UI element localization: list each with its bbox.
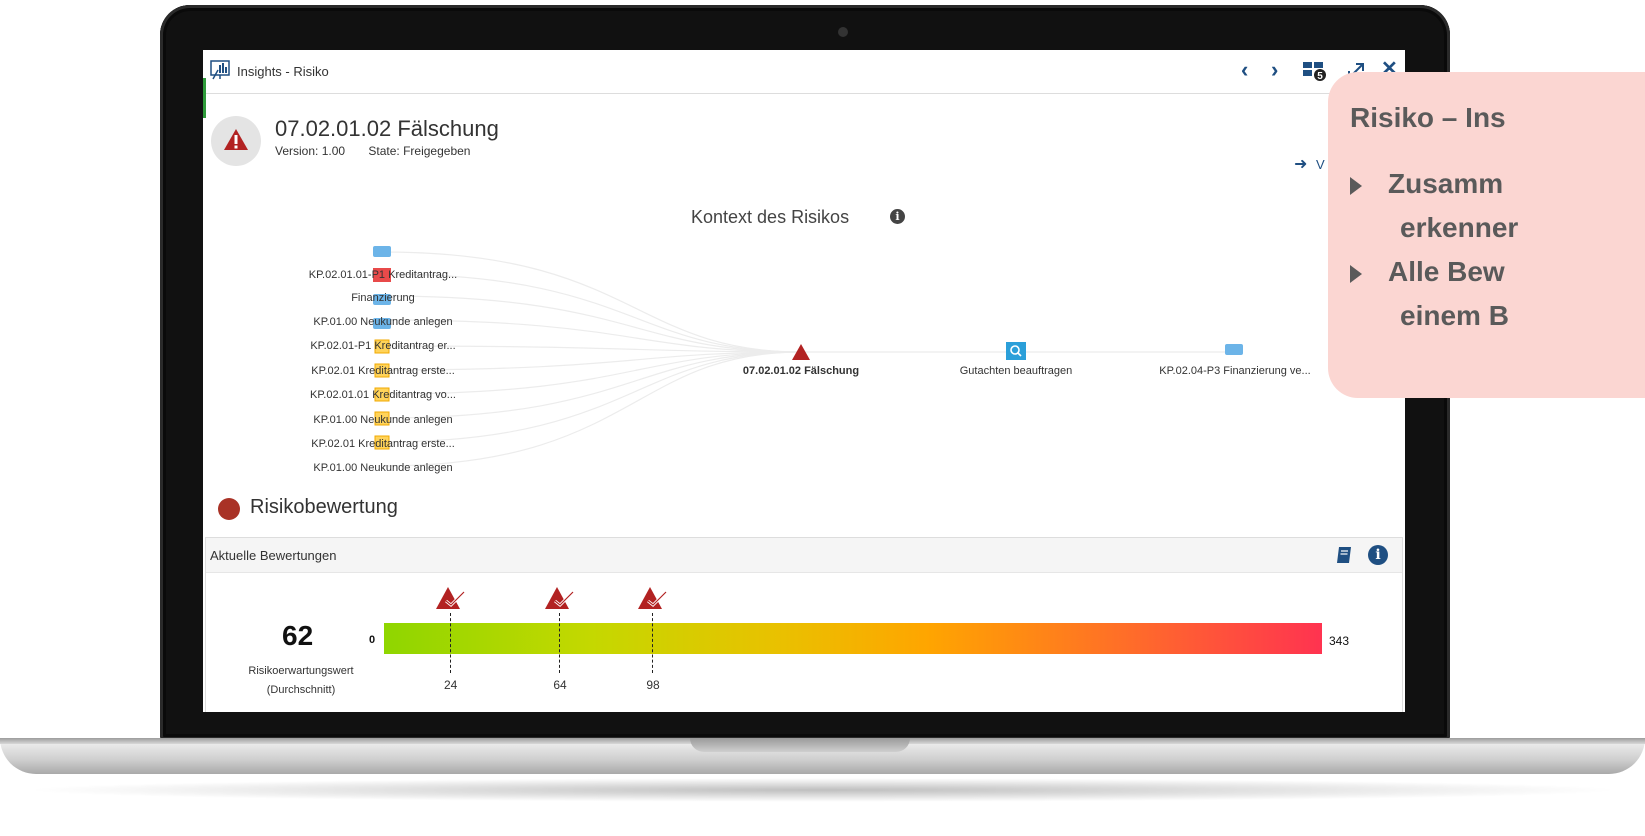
scale-max: 343 xyxy=(1329,634,1350,648)
laptop-shadow xyxy=(20,778,1625,802)
context-node-mid[interactable]: Gutachten beauftragen xyxy=(960,365,1073,377)
assessment-marker-icon xyxy=(545,587,575,609)
context-node-right[interactable]: KP.02.04-P3 Finanzierung ve... xyxy=(1159,365,1310,377)
book-icon[interactable] xyxy=(1334,545,1354,565)
marker-value: 98 xyxy=(646,678,660,692)
process-icon[interactable] xyxy=(373,246,391,257)
panel-header: Aktuelle Bewertungen i xyxy=(206,538,1402,573)
context-node-left[interactable]: KP.02.01 Kreditantrag erste... xyxy=(311,438,455,450)
callout-title: Risiko – Ins xyxy=(1350,102,1506,133)
context-node-left[interactable]: Finanzierung xyxy=(351,292,415,304)
context-node-center[interactable]: 07.02.01.02 Fälschung xyxy=(743,365,859,377)
app-screen: Insights - Risiko ‹ › 5 ✕ 07.02.01.02 Fä… xyxy=(203,50,1405,712)
context-node-left[interactable]: KP.02.01.01 Kreditantrag vo... xyxy=(310,389,456,401)
risk-expected-value: 62 xyxy=(282,620,314,651)
marker-value: 64 xyxy=(553,678,567,692)
info-icon[interactable]: i xyxy=(1368,545,1388,565)
search-icon[interactable] xyxy=(1006,342,1026,360)
context-graph: KP.02.01.01-P1 Kreditantrag... Finanzier… xyxy=(309,246,1311,474)
context-node-left[interactable]: KP.01.00 Neukunde anlegen xyxy=(313,462,452,474)
marker-line xyxy=(449,613,451,673)
callout-box: Risiko – Ins Zusamm erkenner Alle Bew ei… xyxy=(1328,72,1645,398)
camera xyxy=(838,27,848,37)
laptop-notch xyxy=(690,738,910,752)
callout-bullet-cont: einem B xyxy=(1400,300,1509,331)
marker-line xyxy=(559,613,561,673)
value-label-line1: Risikoerwartungswert xyxy=(248,665,354,677)
callout-bullet-cont: erkenner xyxy=(1400,212,1519,243)
context-node-left[interactable]: KP.02.01.01-P1 Kreditantrag... xyxy=(309,269,457,281)
marker-line xyxy=(652,613,653,673)
panel-title: Aktuelle Bewertungen xyxy=(210,548,337,563)
context-node-left[interactable]: KP.01.00 Neukunde anlegen xyxy=(313,316,452,328)
callout-bullet: Zusamm xyxy=(1350,162,1503,206)
context-node-left[interactable]: KP.02.01-P1 Kreditantrag er... xyxy=(310,340,455,352)
context-node-left[interactable]: KP.02.01 Kreditantrag erste... xyxy=(311,365,455,377)
assessment-panel: Aktuelle Bewertungen i 62 Risikoerwartun… xyxy=(205,537,1403,712)
risk-gradient-bar xyxy=(384,623,1322,654)
scale-min: 0 xyxy=(369,634,376,646)
callout-bullet: Alle Bew xyxy=(1350,250,1505,294)
risk-rating-dot xyxy=(218,498,240,520)
value-label-line2: (Durchschnitt) xyxy=(266,684,336,696)
context-node-left[interactable]: KP.01.00 Neukunde anlegen xyxy=(313,414,452,426)
section-title: Risikobewertung xyxy=(250,496,398,518)
assessment-marker-icon xyxy=(638,587,668,609)
marker-value: 24 xyxy=(443,678,458,692)
assessment-marker-icon xyxy=(435,587,465,609)
risk-expected-label: Risikoerwartungswert (Durchschnitt) xyxy=(236,662,366,700)
process-icon[interactable] xyxy=(1225,344,1243,355)
